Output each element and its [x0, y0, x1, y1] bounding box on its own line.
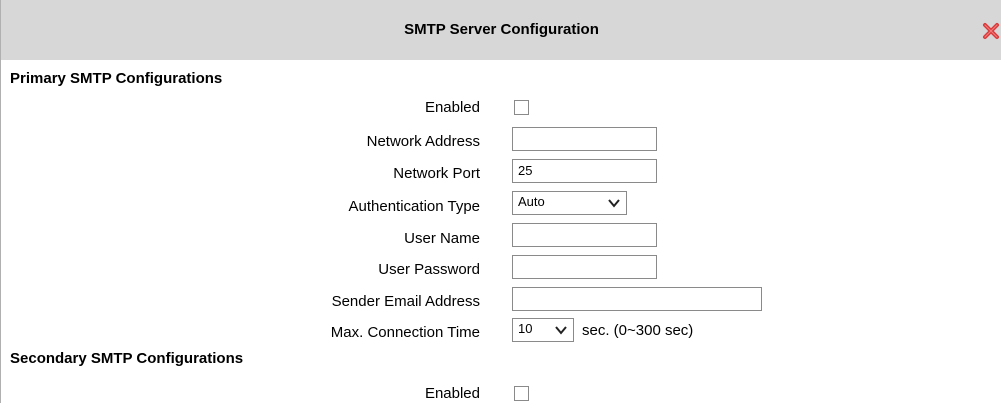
primary-enabled-label: Enabled — [424, 99, 480, 116]
secondary-enabled-checkbox[interactable] — [514, 386, 529, 401]
auth-type-label: Authentication Type — [348, 198, 480, 215]
close-icon[interactable] — [982, 22, 1000, 40]
max-connection-time-select[interactable]: 10 — [512, 318, 574, 342]
chevron-down-icon — [555, 326, 567, 335]
network-port-input[interactable]: 25 — [512, 159, 657, 183]
smtp-config-dialog: SMTP Server Configuration Primary SMTP C… — [0, 0, 1001, 403]
network-port-label: Network Port — [393, 165, 480, 182]
primary-enabled-checkbox[interactable] — [514, 100, 529, 115]
max-connection-time-value: 10 — [518, 321, 533, 336]
chevron-down-icon — [608, 199, 620, 208]
auth-type-value: Auto — [518, 194, 545, 209]
secondary-enabled-label: Enabled — [424, 385, 480, 402]
user-name-input[interactable] — [512, 223, 657, 247]
primary-section-heading: Primary SMTP Configurations — [10, 70, 223, 87]
network-address-label: Network Address — [366, 133, 480, 150]
dialog-titlebar: SMTP Server Configuration — [1, 0, 1001, 60]
secondary-section-heading: Secondary SMTP Configurations — [10, 350, 244, 367]
network-address-input[interactable] — [512, 127, 657, 151]
sender-email-input[interactable] — [512, 287, 762, 311]
user-name-label: User Name — [404, 230, 480, 247]
user-password-input[interactable] — [512, 255, 657, 279]
max-connection-time-suffix: sec. (0~300 sec) — [582, 322, 694, 339]
max-connection-time-label: Max. Connection Time — [330, 324, 480, 341]
sender-email-label: Sender Email Address — [331, 293, 480, 310]
user-password-label: User Password — [378, 261, 480, 278]
auth-type-select[interactable]: Auto — [512, 191, 627, 215]
dialog-title: SMTP Server Configuration — [404, 21, 599, 38]
